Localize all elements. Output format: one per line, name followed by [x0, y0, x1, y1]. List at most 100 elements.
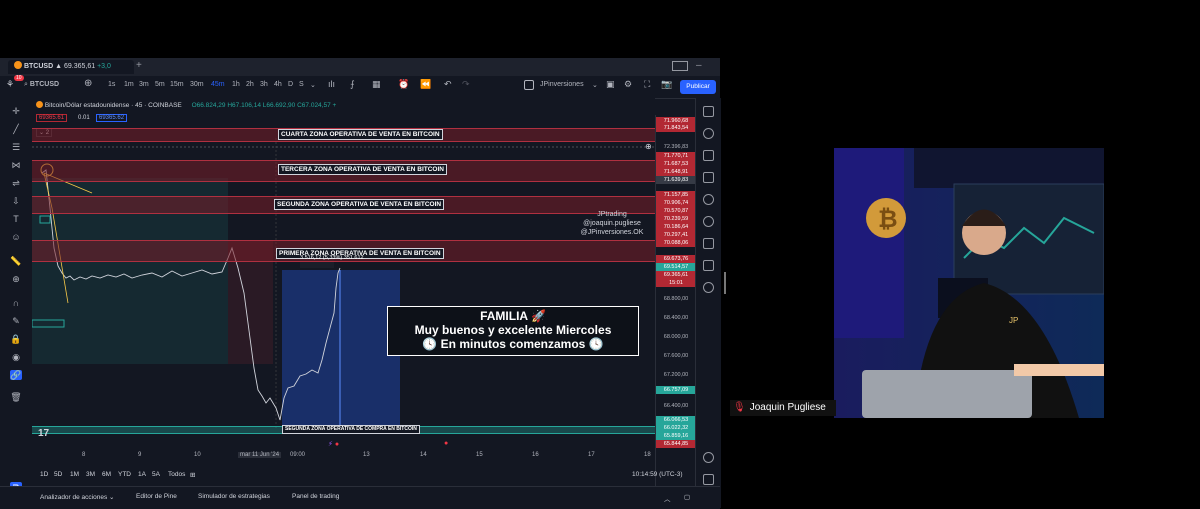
undo-icon[interactable]: ↶ — [444, 79, 452, 90]
interval-d[interactable]: D — [288, 81, 293, 88]
alert-icon[interactable]: ⏰ — [398, 79, 409, 90]
layout-grid-icon[interactable]: ▣ — [606, 79, 615, 90]
arrow-down-icon[interactable]: ⇩ — [10, 196, 22, 206]
trend-line-icon[interactable]: ╱ — [10, 124, 22, 134]
interval-2h[interactable]: 2h — [246, 81, 254, 88]
interval-1s[interactable]: 1s — [108, 81, 115, 88]
text-icon[interactable]: T — [10, 214, 22, 224]
chart-canvas[interactable]: Bitcoin/Dólar estadounidense · 45 · COIN… — [32, 98, 655, 498]
range-1m[interactable]: 1M — [70, 471, 79, 478]
range-1d[interactable]: 1D — [40, 471, 48, 478]
draw-mode-icon[interactable]: ✎ — [10, 316, 22, 326]
interval-1h[interactable]: 1h — [232, 81, 240, 88]
window-menu-icon[interactable] — [672, 61, 688, 71]
interval-4h[interactable]: 4h — [274, 81, 282, 88]
zoom-icon[interactable]: ⊕ — [10, 274, 22, 284]
magnet-icon[interactable]: ∩ — [10, 298, 22, 308]
settings-icon[interactable]: ⚙ — [624, 79, 632, 90]
layers-icon[interactable] — [703, 172, 714, 183]
ideas-icon[interactable] — [703, 216, 714, 227]
layout-dropdown-icon[interactable]: ⌄ — [592, 81, 598, 89]
symbol-search[interactable]: ⌕ BTCUSD — [24, 81, 59, 89]
templates-icon[interactable]: ▦ — [372, 79, 381, 90]
minimize-icon[interactable]: – — [696, 60, 702, 71]
indicators-icon[interactable]: ⨍ — [350, 79, 355, 90]
redo-icon[interactable]: ↷ — [462, 79, 470, 90]
maximize-icon[interactable]: ▢ — [684, 493, 690, 501]
prediction-icon[interactable]: ⇌ — [10, 178, 22, 188]
calendar2-icon[interactable] — [703, 474, 714, 485]
interval-3h[interactable]: 3h — [260, 81, 268, 88]
layout-name[interactable]: JPinversiones — [540, 81, 584, 88]
range-3m[interactable]: 3M — [86, 471, 95, 478]
trash-icon[interactable]: 🗑 — [10, 392, 22, 402]
measure-label: 3.516,12 (5,33%) 351.612 — [300, 255, 364, 261]
measure-box — [282, 270, 400, 430]
range-1a[interactable]: 1A — [138, 471, 146, 478]
interval-30m[interactable]: 30m — [190, 81, 204, 88]
interval-1m[interactable]: 1m — [124, 81, 134, 88]
hotlists-icon[interactable] — [703, 194, 714, 205]
price-label: 66.400,00 — [656, 402, 696, 410]
user-avatar[interactable]: 10 ⚘ — [6, 75, 24, 93]
tab-strategy-tester[interactable]: Simulador de estrategias — [198, 493, 270, 500]
price-label: 71.639,83 — [656, 176, 696, 184]
tab-stock-screener[interactable]: Analizador de acciones ⌄ — [40, 493, 114, 501]
symbol-tab[interactable]: BTCUSD ▲ 69.365,61 +3,0 — [8, 60, 134, 74]
right-sidebar — [695, 98, 721, 508]
tab-trading-panel[interactable]: Panel de trading — [292, 493, 339, 500]
ruler-icon[interactable]: 📏 — [10, 256, 22, 266]
add-symbol-icon[interactable]: ⊕ — [84, 78, 92, 89]
price-label: 72.396,83 — [656, 143, 696, 151]
notifications-icon[interactable] — [703, 282, 714, 293]
emoji-icon[interactable]: ☺ — [10, 232, 22, 242]
lock-icon[interactable]: 🔒 — [10, 334, 22, 344]
price-label: 71.843,54 — [656, 124, 696, 132]
interval-15m[interactable]: 15m — [170, 81, 184, 88]
price-label: 68.000,00 — [656, 333, 696, 341]
clock[interactable]: 10:14:59 (UTC-3) — [632, 471, 683, 478]
candle-type-icon[interactable]: ılı — [328, 79, 335, 89]
tab-pine-editor[interactable]: Editor de Pine — [136, 493, 177, 500]
link-icon[interactable]: 🔗 — [10, 370, 22, 380]
resize-handle[interactable] — [724, 272, 726, 294]
date-axis: 8 9 10 mar 11 Jun '24 09:00 13 14 15 16 … — [82, 452, 651, 458]
chart-drawing — [32, 138, 655, 430]
interval-dropdown-icon[interactable]: ⌄ — [310, 81, 316, 89]
replay-icon[interactable]: ⏪ — [420, 79, 431, 90]
fullscreen-icon[interactable]: ⛶ — [644, 79, 650, 90]
range-ytd[interactable]: YTD — [118, 471, 131, 478]
interval-s[interactable]: S — [299, 81, 304, 88]
publish-button[interactable]: Publicar — [680, 80, 716, 94]
settings-plus-icon[interactable]: ⊕ — [645, 142, 652, 151]
help-icon[interactable] — [703, 452, 714, 463]
data-window-icon[interactable] — [703, 150, 714, 161]
event-icon: ● — [444, 440, 449, 447]
price-axis[interactable]: 71.960,68 71.843,54 72.396,83 71.770,71 71.6… — [655, 115, 696, 508]
range-5a[interactable]: 5A — [152, 471, 160, 478]
browser-tab-bar: BTCUSD ▲ 69.365,61 +3,0 + – — [0, 58, 720, 76]
camera-icon[interactable]: 📷 — [661, 79, 672, 90]
new-tab-icon[interactable]: + — [136, 60, 142, 71]
price-label: 68.400,00 — [656, 314, 696, 322]
bitcoin-icon — [14, 61, 22, 69]
range-5d[interactable]: 5D — [54, 471, 62, 478]
chat-icon[interactable] — [703, 238, 714, 249]
range-all[interactable]: Todos — [168, 471, 185, 478]
message-line-3: 🕓 En minutos comenzamos 🕓 — [422, 337, 604, 351]
crosshair-icon[interactable]: ✛ — [10, 106, 22, 116]
calendar-icon[interactable] — [703, 260, 714, 271]
fib-icon[interactable]: ☰ — [10, 142, 22, 152]
watchlist-icon[interactable] — [703, 106, 714, 117]
interval-5m[interactable]: 5m — [155, 81, 165, 88]
price-label: 69.514,57 — [656, 263, 696, 271]
interval-3m[interactable]: 3m — [139, 81, 149, 88]
eye-icon[interactable]: ◉ — [10, 352, 22, 362]
alerts-icon[interactable] — [703, 128, 714, 139]
interval-45m[interactable]: 45m — [211, 81, 225, 88]
date-range-icon[interactable]: ⊞ — [190, 471, 195, 479]
layout-checkbox-icon[interactable] — [524, 80, 534, 90]
collapse-icon[interactable]: ︿ — [664, 493, 671, 503]
range-6m[interactable]: 6M — [102, 471, 111, 478]
pattern-icon[interactable]: ⋈ — [10, 160, 22, 170]
